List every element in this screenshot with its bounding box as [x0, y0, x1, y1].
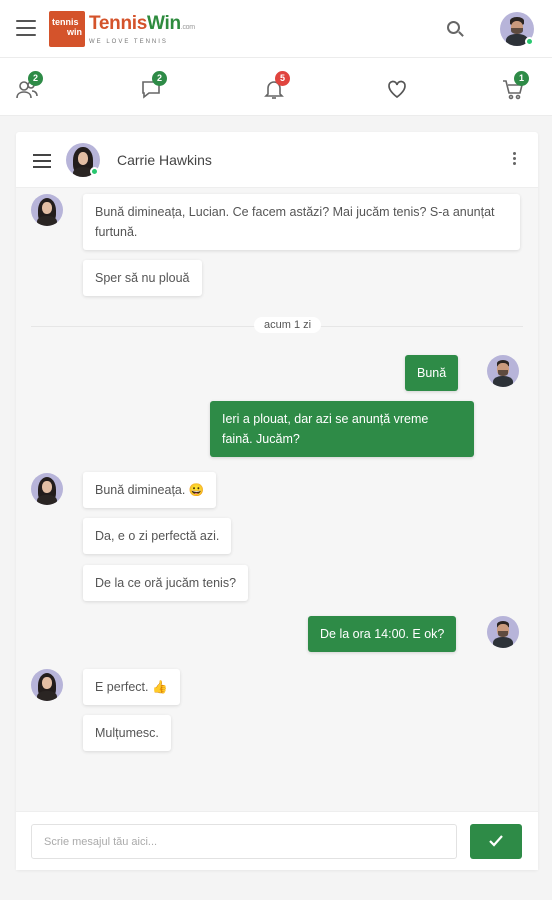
user-avatar [487, 616, 519, 648]
chat-panel: Carrie Hawkins Bună dimineața, Lucian. C… [16, 132, 538, 870]
contact-online-indicator [90, 167, 99, 176]
user-avatar[interactable] [500, 12, 534, 46]
message-incoming: Sper să nu plouă [83, 260, 202, 296]
more-options-icon[interactable] [511, 152, 517, 168]
cart-icon[interactable]: 1 [502, 71, 529, 100]
message-incoming: Mulțumesc. [83, 715, 171, 751]
message-incoming: Da, e o zi perfectă azi. [83, 518, 232, 554]
logo-domain: .com [180, 23, 195, 31]
cart-badge: 1 [514, 71, 529, 86]
message-composer [16, 811, 538, 870]
hamburger-menu-icon[interactable] [16, 20, 36, 36]
logo-name-part2: Win [147, 12, 181, 34]
chat-menu-icon[interactable] [33, 154, 51, 168]
message-outgoing: Bună [405, 355, 459, 391]
site-logo[interactable]: tennis win TennisWin.com WE LOVE TENNIS [49, 11, 195, 47]
contact-avatar [31, 194, 63, 226]
notifications-icon[interactable]: 5 [263, 71, 290, 100]
logo-wordmark: TennisWin.com WE LOVE TENNIS [89, 12, 195, 45]
notifications-badge: 5 [275, 71, 290, 86]
send-button[interactable] [470, 824, 522, 859]
chat-header: Carrie Hawkins [16, 132, 538, 188]
message-incoming: Bună dimineața, Lucian. Ce facem astăzi?… [83, 194, 520, 250]
contact-avatar [31, 669, 63, 701]
messages-icon[interactable]: 2 [140, 71, 167, 100]
contact-name[interactable]: Carrie Hawkins [117, 152, 212, 168]
logo-mark: tennis win [49, 11, 85, 47]
contact-avatar[interactable] [66, 143, 100, 177]
logo-name-part1: Tennis [89, 12, 148, 34]
check-icon [489, 835, 503, 847]
top-header: tennis win TennisWin.com WE LOVE TENNIS [0, 0, 552, 58]
date-divider-label: acum 1 zi [254, 317, 322, 333]
heart-icon[interactable] [386, 78, 408, 100]
messages-badge: 2 [152, 71, 167, 86]
message-incoming: Bună dimineața. 😀 [83, 472, 217, 508]
friends-icon[interactable]: 2 [16, 71, 43, 100]
message-outgoing: De la ora 14:00. E ok? [308, 616, 457, 652]
message-outgoing: Ieri a plouat, dar azi se anunță vreme f… [210, 401, 474, 457]
quick-actions-bar: 2 2 5 1 [0, 58, 552, 116]
logo-tagline: WE LOVE TENNIS [89, 38, 168, 45]
message-input[interactable] [31, 824, 457, 859]
message-incoming: De la ce oră jucăm tenis? [83, 565, 249, 601]
user-avatar [487, 355, 519, 387]
message-incoming: E perfect. 👍 [83, 669, 180, 705]
contact-avatar [31, 473, 63, 505]
search-icon[interactable] [446, 20, 466, 40]
message-list[interactable]: Bună dimineața, Lucian. Ce facem astăzi?… [16, 188, 538, 811]
friends-badge: 2 [28, 71, 43, 86]
online-indicator [525, 37, 534, 46]
